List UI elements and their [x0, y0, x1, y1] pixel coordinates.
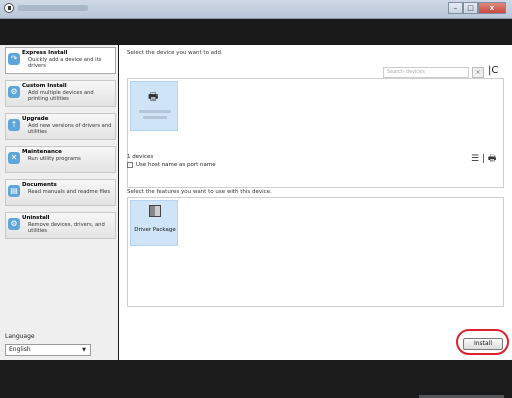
feature-tile-driver-package[interactable]: Driver Package	[130, 200, 178, 246]
language-select[interactable]: English ▼	[5, 344, 91, 356]
sidebar-item-uninstall[interactable]: ⚙ Uninstall Remove devices, drivers, and…	[5, 212, 116, 239]
documents-icon: ▤	[8, 185, 20, 197]
sidebar-item-description: Quickly add a device and its drivers	[28, 57, 102, 69]
sidebar: ↷ Express Install Quickly add a device a…	[0, 45, 118, 360]
features-prompt: Select the features you want to use with…	[127, 189, 272, 195]
sidebar-item-title: Express Install	[22, 50, 68, 56]
main-panel: Select the device you want to add. Searc…	[119, 45, 512, 398]
sidebar-item-title: Upgrade	[22, 116, 49, 122]
host-name-checkbox[interactable]	[127, 162, 133, 168]
clear-search-button[interactable]: ×	[472, 67, 484, 78]
close-button[interactable]: x	[478, 2, 506, 14]
sidebar-item-description: Add multiple devices and printing utilit…	[28, 90, 94, 102]
sidebar-item-description: Remove devices, drivers, and utilities	[28, 222, 105, 234]
express-install-icon: ↷	[8, 53, 20, 65]
upgrade-icon: ↑	[8, 119, 20, 131]
minimize-button[interactable]: –	[448, 2, 463, 14]
sidebar-item-upgrade[interactable]: ↑ Upgrade Add new versions of drivers an…	[5, 113, 116, 140]
sidebar-item-description: Add new versions of drivers and utilitie…	[28, 123, 112, 135]
sidebar-item-maintenance[interactable]: ✕ Maintenance Run utility programs	[5, 146, 116, 173]
window-title	[18, 5, 88, 11]
host-name-label: Use host name as port name	[136, 162, 216, 168]
window-controls: – □ x	[448, 2, 506, 14]
search-input[interactable]: Search devices	[383, 67, 469, 78]
feature-label: Driver Package	[134, 227, 176, 233]
device-address-redacted	[143, 116, 167, 119]
devices-count: 1 devices	[127, 154, 154, 160]
feature-list: Driver Package	[127, 197, 504, 307]
custom-install-icon: ⚙	[8, 86, 20, 98]
app-icon	[4, 3, 14, 13]
language-label: Language	[5, 333, 35, 340]
sidebar-item-title: Documents	[22, 182, 57, 188]
sidebar-item-title: Custom Install	[22, 83, 67, 89]
maintenance-icon: ✕	[8, 152, 20, 164]
device-tile[interactable]: 🖶	[130, 81, 178, 131]
sidebar-item-documents[interactable]: ▤ Documents Read manuals and readme file…	[5, 179, 116, 206]
sidebar-item-express-install[interactable]: ↷ Express Install Quickly add a device a…	[5, 47, 116, 74]
host-name-option[interactable]: Use host name as port name	[127, 162, 216, 168]
sidebar-item-description: Read manuals and readme files	[28, 189, 111, 195]
uninstall-icon: ⚙	[8, 218, 20, 230]
maximize-button[interactable]: □	[463, 2, 478, 14]
dropdown-arrow-icon: ▼	[82, 347, 86, 353]
driver-package-icon	[149, 205, 161, 217]
device-prompt: Select the device you want to add.	[127, 50, 223, 56]
install-button[interactable]: Install	[463, 338, 503, 350]
sidebar-item-title: Maintenance	[22, 149, 62, 155]
language-value: English	[9, 346, 31, 353]
view-toggle-icon[interactable]: ☰ | 🖶	[471, 151, 496, 167]
sidebar-item-description: Run utility programs	[28, 156, 81, 162]
title-bar: – □ x	[0, 0, 512, 19]
sidebar-item-title: Uninstall	[22, 215, 50, 221]
sidebar-item-custom-install[interactable]: ⚙ Custom Install Add multiple devices an…	[5, 80, 116, 107]
header-band	[0, 19, 512, 45]
refresh-icon[interactable]: |C	[488, 65, 498, 76]
printer-icon: 🖶	[148, 90, 159, 103]
device-name-redacted	[139, 110, 171, 113]
device-list: 🖶	[127, 78, 504, 188]
